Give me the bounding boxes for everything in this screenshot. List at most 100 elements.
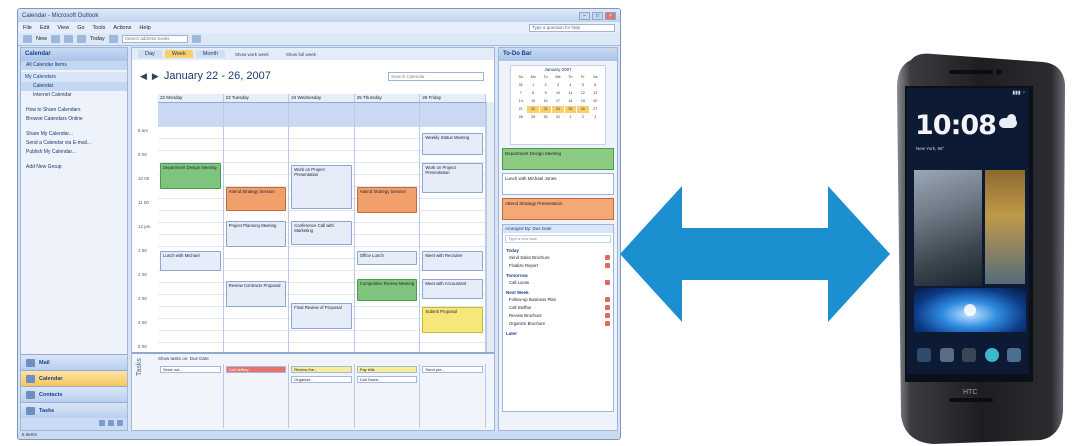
mini-calendar-date[interactable]: 7 (515, 90, 526, 97)
task-group-header[interactable]: Tomorrow (503, 270, 613, 279)
task-item[interactable]: Organize Brochure (503, 320, 613, 328)
day-column-friday[interactable]: Weekly Status Meeting Work on Project Pr… (420, 103, 486, 392)
task-group-header[interactable]: Later (503, 328, 613, 337)
appointment[interactable]: Final Review of Proposal (291, 303, 352, 329)
nav-calendar-item[interactable]: Calendar (21, 82, 127, 91)
mini-calendar-date[interactable]: 17 (552, 98, 563, 105)
task-chip[interactable]: Call Jeffrey (225, 366, 287, 373)
new-task-input[interactable]: Type a new task (505, 235, 611, 243)
mini-calendar-date[interactable]: 2 (540, 82, 551, 89)
tab-week[interactable]: Week (164, 50, 193, 58)
mini-calendar-date[interactable]: 12 (577, 90, 588, 97)
menu-edit[interactable]: Edit (40, 25, 49, 31)
tab-month[interactable]: Month (195, 50, 226, 58)
task-chip[interactable]: Pay bills (356, 366, 418, 373)
help-icon[interactable] (191, 35, 201, 43)
mini-calendar-date[interactable]: 6 (590, 82, 601, 89)
video-tile[interactable] (914, 288, 1026, 332)
close-button[interactable]: × (605, 11, 616, 20)
mini-calendar-date[interactable]: 3 (552, 82, 563, 89)
mini-calendar-date[interactable]: 18 (565, 98, 576, 105)
calendar-scrollbar[interactable] (486, 102, 494, 392)
photo-tile[interactable] (985, 170, 1025, 284)
phone-app-icon[interactable] (917, 348, 931, 362)
flag-icon[interactable] (605, 280, 610, 285)
flag-icon[interactable] (605, 305, 610, 310)
appointment[interactable]: Attend Strategy Session (225, 187, 287, 211)
help-search-input[interactable]: Type a question for help (529, 23, 615, 32)
menu-help[interactable]: Help (139, 25, 150, 31)
appointment[interactable]: Lunch with Michael (160, 251, 221, 271)
mini-calendar-date[interactable]: 23 (539, 106, 552, 113)
nav-button-tasks[interactable]: Tasks (21, 402, 127, 418)
appointment[interactable]: Work on Project Presentation (291, 165, 352, 209)
appointment[interactable]: Department Design Meeting (160, 163, 221, 189)
mini-calendar-date[interactable]: 24 (552, 106, 564, 113)
appointment[interactable]: Submit Proposal (422, 307, 483, 333)
mini-calendar-date[interactable]: 29 (527, 114, 538, 121)
folder-icon[interactable] (108, 420, 114, 426)
mini-calendar-date[interactable]: 14 (515, 98, 526, 105)
camera-app-icon[interactable] (1007, 348, 1021, 362)
flag-icon[interactable] (605, 263, 610, 268)
appointment[interactable]: Conference Call with Marketing (291, 221, 352, 245)
mini-calendar-date[interactable]: 1 (565, 114, 576, 121)
mini-calendar-date[interactable]: 4 (565, 82, 576, 89)
mini-calendar-date[interactable]: 5 (577, 82, 588, 89)
flag-icon[interactable] (605, 321, 610, 326)
calendar-search-input[interactable]: Search Calendar (388, 71, 484, 81)
nav-link[interactable]: Share My Calendar... (21, 130, 127, 139)
task-item[interactable]: Finalize Report (503, 262, 613, 270)
menu-file[interactable]: File (23, 25, 32, 31)
flag-icon[interactable] (605, 255, 610, 260)
appointment[interactable]: Competitive Review Meeting (356, 279, 418, 301)
arranged-by-header[interactable]: Arranged By: Due Date (503, 225, 613, 233)
mini-calendar-date[interactable]: 27 (590, 106, 601, 113)
day-view-icon[interactable] (108, 35, 118, 43)
nav-button-contacts[interactable]: Contacts (21, 386, 127, 402)
browser-app-icon[interactable] (984, 348, 999, 362)
play-icon[interactable] (964, 304, 976, 316)
task-group-header[interactable]: Next Week (503, 287, 613, 296)
task-group-header[interactable]: Today (503, 245, 613, 254)
appointment[interactable]: Weekly Status Meeting (422, 133, 483, 155)
nav-link[interactable]: How to Share Calendars (21, 106, 127, 115)
nav-button-mail[interactable]: Mail (21, 354, 127, 370)
mini-calendar-date[interactable]: 15 (527, 98, 538, 105)
new-icon[interactable] (23, 35, 32, 43)
task-item[interactable]: Send Sales Brochure (503, 254, 613, 262)
day-column-thursday[interactable]: Attend Strategy Session Office Lunch Com… (354, 103, 421, 392)
menu-tools[interactable]: Tools (93, 25, 106, 31)
mini-calendar-date[interactable]: 19 (577, 98, 588, 105)
upcoming-appointment[interactable]: Attend Strategy Presentation (502, 198, 614, 220)
mini-calendar-date[interactable]: 3 (590, 114, 601, 121)
day-column-monday[interactable]: Department Design Meeting Lunch with Mic… (158, 103, 224, 392)
menu-actions[interactable]: Actions (113, 25, 131, 31)
flag-icon[interactable] (605, 313, 610, 318)
mini-calendar-date[interactable]: 9 (540, 90, 551, 97)
mini-calendar-date[interactable]: 31 (552, 114, 563, 121)
mini-calendar-date[interactable]: 30 (540, 114, 551, 121)
task-item[interactable]: Call Steffan (503, 304, 613, 312)
day-column-wednesday[interactable]: Work on Project Presentation Conference … (289, 103, 355, 392)
nav-link[interactable]: Publish My Calendar... (21, 148, 127, 157)
task-chip[interactable]: Send out... (160, 366, 221, 373)
nav-link[interactable]: Browse Calendars Online (21, 115, 127, 124)
appointment[interactable]: Attend Strategy Session (356, 187, 418, 213)
task-chip[interactable]: Review the... (291, 366, 352, 373)
mini-calendar-date[interactable]: 16 (540, 98, 551, 105)
show-work-week-option[interactable]: Show work week (228, 51, 276, 58)
nav-button-calendar[interactable]: Calendar (21, 370, 127, 386)
nav-my-calendars[interactable]: My Calendars (21, 72, 127, 82)
notes-icon[interactable] (99, 420, 105, 426)
messages-app-icon[interactable] (939, 348, 954, 362)
menu-go[interactable]: Go (77, 25, 84, 31)
show-full-week-option[interactable]: Show full week (279, 51, 323, 58)
appointment[interactable]: Meet with Accountant (422, 279, 483, 299)
back-arrow-icon[interactable]: ◀ (140, 71, 147, 82)
nav-link[interactable]: Add New Group (21, 163, 127, 172)
task-item[interactable]: Call Lucas (503, 279, 613, 287)
flag-icon[interactable] (605, 297, 610, 302)
mini-calendar-date[interactable]: 20 (590, 98, 601, 105)
minimize-button[interactable]: – (579, 11, 590, 20)
